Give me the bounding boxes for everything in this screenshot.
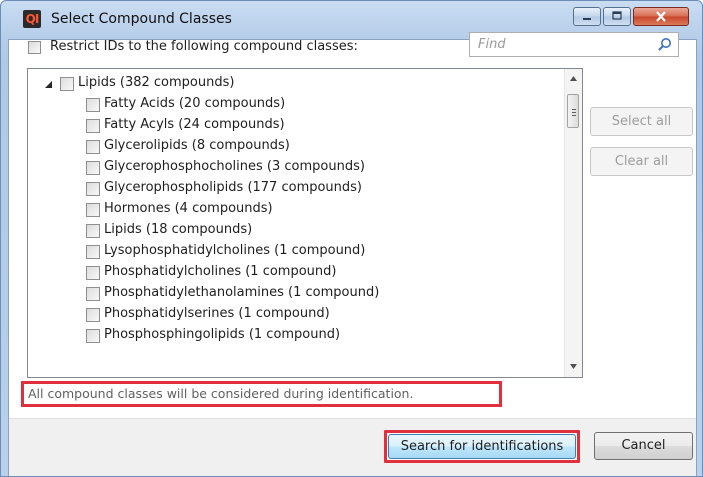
tree-checkbox[interactable] <box>86 308 100 322</box>
vertical-scrollbar[interactable] <box>564 69 582 377</box>
tree-row[interactable]: Fatty Acyls (24 compounds) <box>86 116 546 137</box>
tree-row[interactable]: Glycerophospholipids (177 compounds) <box>86 179 546 200</box>
tree-label[interactable]: Fatty Acids (20 compounds) <box>104 96 285 111</box>
dialog-footer <box>9 418 696 476</box>
tree-row[interactable]: Lipids (18 compounds) <box>86 221 546 242</box>
tree-label[interactable]: Hormones (4 compounds) <box>104 201 273 216</box>
scroll-down-arrow-icon[interactable] <box>570 364 577 369</box>
tree-row[interactable]: Fatty Acids (20 compounds) <box>86 95 546 116</box>
cancel-button[interactable]: Cancel <box>594 432 693 460</box>
close-icon <box>656 11 666 22</box>
tree-row[interactable]: Phosphatidylcholines (1 compound) <box>86 263 546 284</box>
status-message: All compound classes will be considered … <box>21 381 502 407</box>
tree-list: Lipids (382 compounds) Fatty Acids (20 c… <box>28 72 565 377</box>
tree-label[interactable]: Fatty Acyls (24 compounds) <box>104 117 285 132</box>
maximize-button[interactable] <box>603 7 631 26</box>
tree-label[interactable]: Glycerophosphocholines (3 compounds) <box>104 159 365 174</box>
minimize-icon <box>583 18 591 20</box>
restrict-checkbox[interactable] <box>28 41 41 54</box>
tree-checkbox[interactable] <box>86 140 100 154</box>
search-identifications-button[interactable]: Search for identifications <box>384 430 580 463</box>
find-box[interactable] <box>469 32 679 57</box>
tree-checkbox[interactable] <box>86 119 100 133</box>
clear-all-button[interactable]: Clear all <box>590 147 693 176</box>
tree-label[interactable]: Phosphatidylethanolamines (1 compound) <box>104 285 379 300</box>
tree-label[interactable]: Phosphosphingolipids (1 compound) <box>104 327 340 342</box>
search-icon[interactable] <box>657 37 672 52</box>
restrict-label[interactable]: Restrict IDs to the following compound c… <box>50 39 358 54</box>
maximize-icon <box>612 11 622 20</box>
tree-row[interactable]: Phosphosphingolipids (1 compound) <box>86 326 546 347</box>
scroll-up-arrow-icon[interactable] <box>570 76 577 81</box>
minimize-button[interactable] <box>573 7 601 26</box>
dialog-window: QI Select Compound Classes Restrict IDs … <box>0 0 703 477</box>
find-input[interactable] <box>470 33 650 56</box>
tree-checkbox[interactable] <box>86 224 100 238</box>
search-identifications-label[interactable]: Search for identifications <box>388 434 576 459</box>
compound-class-tree[interactable]: Lipids (382 compounds) Fatty Acids (20 c… <box>27 68 583 378</box>
select-all-button[interactable]: Select all <box>590 107 693 136</box>
tree-checkbox[interactable] <box>86 161 100 175</box>
tree-row[interactable]: Lysophosphatidylcholines (1 compound) <box>86 242 546 263</box>
tree-row[interactable]: Hormones (4 compounds) <box>86 200 546 221</box>
tree-label[interactable]: Lysophosphatidylcholines (1 compound) <box>104 243 365 258</box>
tree-label[interactable]: Lipids (382 compounds) <box>78 75 234 90</box>
tree-checkbox[interactable] <box>60 77 74 91</box>
expanded-triangle-icon[interactable] <box>44 80 53 89</box>
tree-label[interactable]: Phosphatidylserines (1 compound) <box>104 306 330 321</box>
tree-checkbox[interactable] <box>86 182 100 196</box>
tree-checkbox[interactable] <box>86 245 100 259</box>
tree-label[interactable]: Phosphatidylcholines (1 compound) <box>104 264 336 279</box>
tree-row[interactable]: Glycerophosphocholines (3 compounds) <box>86 158 546 179</box>
tree-checkbox[interactable] <box>86 203 100 217</box>
tree-row[interactable]: Glycerolipids (8 compounds) <box>86 137 546 158</box>
tree-row[interactable]: Phosphatidylethanolamines (1 compound) <box>86 284 546 305</box>
tree-checkbox[interactable] <box>86 98 100 112</box>
tree-checkbox[interactable] <box>86 329 100 343</box>
tree-row[interactable]: Phosphatidylserines (1 compound) <box>86 305 546 326</box>
tree-checkbox[interactable] <box>86 266 100 280</box>
app-logo-icon: QI <box>23 10 41 28</box>
tree-label[interactable]: Lipids (18 compounds) <box>104 222 252 237</box>
grip-icon <box>572 109 576 116</box>
window-title: Select Compound Classes <box>51 11 232 27</box>
tree-checkbox[interactable] <box>86 287 100 301</box>
tree-label[interactable]: Glycerophospholipids (177 compounds) <box>104 180 362 195</box>
tree-label[interactable]: Glycerolipids (8 compounds) <box>104 138 290 153</box>
close-button[interactable] <box>633 7 689 26</box>
tree-row-lipids[interactable]: Lipids (382 compounds) <box>28 74 548 95</box>
scroll-thumb[interactable] <box>567 94 579 128</box>
